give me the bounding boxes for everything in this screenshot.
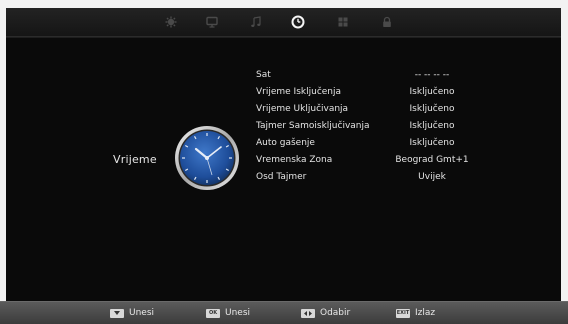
menu-label-time-zone[interactable]: Vremenska Zona	[256, 155, 332, 165]
picture-icon	[165, 16, 177, 28]
music-note-icon	[251, 16, 261, 27]
clock-icon	[291, 15, 305, 29]
section-title: Vrijeme	[113, 153, 157, 166]
menu-label-off-time[interactable]: Vrijeme Isključenja	[256, 87, 341, 97]
lock-icon	[383, 16, 391, 27]
exit-key-icon: EXIT	[396, 308, 410, 318]
menu-label-on-time[interactable]: Vrijeme Uključivanja	[256, 104, 348, 114]
divider	[6, 37, 561, 38]
hint-exit: EXIT Izlaz	[396, 307, 435, 319]
footer-hint-bar: Unesi OK Unesi Odabir EXIT Izlaz	[0, 301, 568, 324]
menu-value-sat: -- -- -- --	[414, 70, 450, 80]
menu-value-off-time: Isključeno	[409, 87, 455, 97]
tab-picture[interactable]	[162, 13, 180, 31]
menu-label-sat[interactable]: Sat	[256, 70, 271, 80]
hint-label: Unesi	[225, 308, 251, 318]
tab-lock[interactable]	[378, 13, 396, 31]
menu-label-sleep-timer[interactable]: Tajmer Samoisključivanja	[256, 121, 370, 131]
clock-illustration-icon	[175, 126, 239, 190]
menu-label-osd-timer[interactable]: Osd Tajmer	[256, 172, 306, 182]
grid-icon	[338, 17, 348, 27]
menu-value-on-time: Isključeno	[409, 104, 455, 114]
hint-label: Izlaz	[415, 308, 436, 318]
tab-time[interactable]	[289, 13, 307, 31]
tv-frame: Vrijeme Sat -- -- -- -- Vrijeme Isključe…	[0, 0, 568, 324]
tab-screen[interactable]	[203, 13, 221, 31]
hint-label: Unesi	[129, 308, 155, 318]
hint-label: Odabir	[320, 308, 351, 318]
hint-enter-ok: OK Unesi	[206, 307, 250, 319]
top-tab-bar	[6, 8, 561, 37]
menu-label-auto-off[interactable]: Auto gašenje	[256, 138, 315, 148]
menu-value-sleep-timer: Isključeno	[409, 121, 455, 131]
menu-value-auto-off: Isključeno	[409, 138, 455, 148]
down-arrow-key-icon	[110, 308, 124, 318]
hint-enter-down: Unesi	[110, 307, 154, 319]
tab-sound[interactable]	[247, 13, 265, 31]
monitor-icon	[206, 16, 218, 28]
menu-value-time-zone: Beograd Gmt+1	[395, 155, 469, 165]
tab-apps[interactable]	[334, 13, 352, 31]
left-right-key-icon	[301, 308, 315, 318]
ok-key-icon: OK	[206, 308, 220, 318]
menu-value-osd-timer: Uvijek	[418, 172, 446, 182]
hint-select: Odabir	[301, 307, 350, 319]
